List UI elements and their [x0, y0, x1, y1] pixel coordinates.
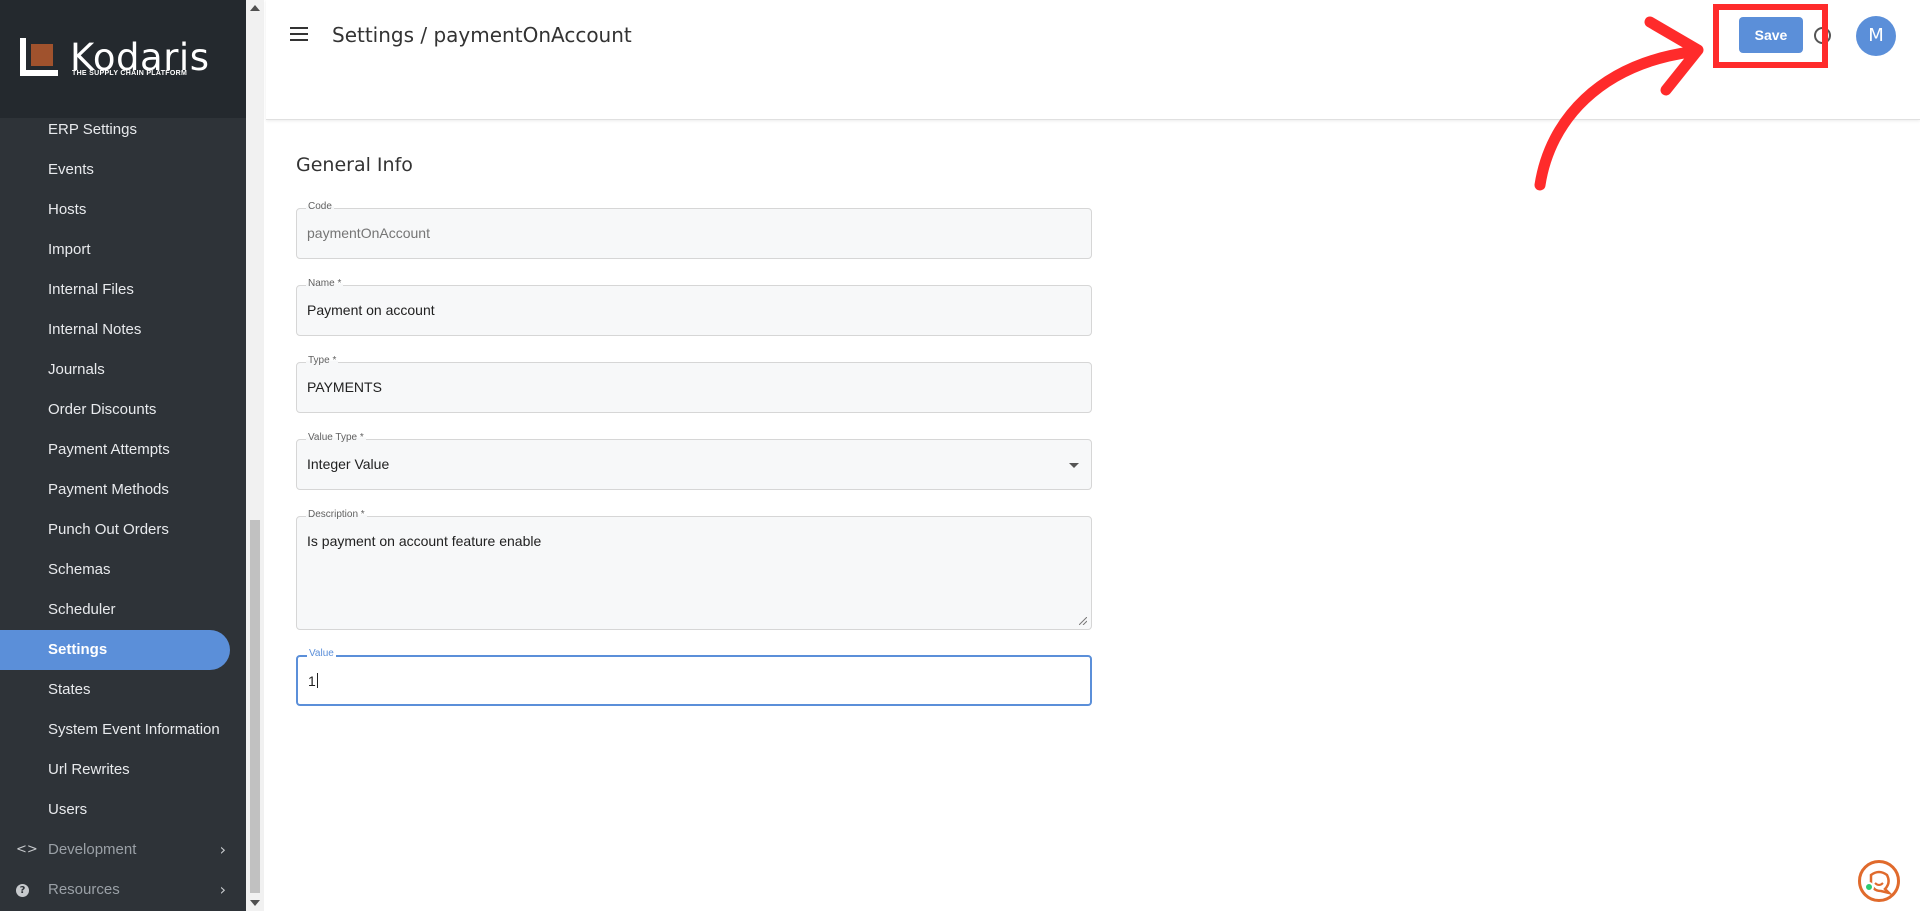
resize-grip-icon[interactable]	[1079, 617, 1087, 625]
field-label: Code	[306, 201, 334, 212]
scroll-down-arrow-icon[interactable]	[250, 900, 260, 906]
sidebar-item-internal-notes[interactable]: Internal Notes	[0, 310, 246, 350]
sidebar-item-payment-attempts[interactable]: Payment Attempts	[0, 430, 246, 470]
sidebar-scrollbar[interactable]	[246, 0, 264, 911]
text-caret	[316, 673, 318, 688]
sidebar-item-schemas[interactable]: Schemas	[0, 550, 246, 590]
online-status-dot	[1864, 882, 1874, 892]
code-icon: <>	[16, 842, 38, 857]
sidebar-item-journals[interactable]: Journals	[0, 350, 246, 390]
sidebar-item-settings[interactable]: Settings	[0, 630, 230, 670]
sidebar-item-system-event-information[interactable]: System Event Information	[0, 710, 246, 750]
section-title: General Info	[296, 154, 413, 176]
sidebar-item-import[interactable]: Import	[0, 230, 246, 270]
name-value: Payment on account	[307, 302, 435, 318]
scroll-thumb[interactable]	[250, 520, 260, 893]
sidebar-item-url-rewrites[interactable]: Url Rewrites	[0, 750, 246, 790]
sidebar-item-internal-files[interactable]: Internal Files	[0, 270, 246, 310]
sidebar-item-events[interactable]: Events	[0, 150, 246, 190]
value-type-select[interactable]: Value Type * Integer Value	[296, 432, 1092, 490]
chevron-right-icon: ›	[219, 840, 226, 859]
name-field[interactable]: Name * Payment on account	[296, 278, 1092, 336]
sidebar-item-order-discounts[interactable]: Order Discounts	[0, 390, 246, 430]
sidebar-item-hosts[interactable]: Hosts	[0, 190, 246, 230]
user-avatar[interactable]: M	[1856, 16, 1896, 56]
description-textarea[interactable]: Description * Is payment on account feat…	[296, 509, 1092, 630]
code-field[interactable]: Code paymentOnAccount	[296, 201, 1092, 259]
description-value: Is payment on account feature enable	[307, 533, 542, 549]
chat-widget-icon[interactable]	[1858, 860, 1900, 902]
field-label: Type *	[306, 355, 339, 366]
value-input[interactable]: Value 1	[296, 648, 1092, 706]
sidebar-group-development[interactable]: <> Development ›	[0, 830, 246, 870]
help-icon: ?	[16, 870, 29, 910]
sidebar-item-users[interactable]: Users	[0, 790, 246, 830]
field-label: Description *	[306, 509, 367, 520]
sidebar: Kodaris THE SUPPLY CHAIN PLATFORM ERP Se…	[0, 0, 246, 911]
sidebar-item-states[interactable]: States	[0, 670, 246, 710]
kodaris-logo-icon	[20, 38, 58, 76]
chevron-right-icon: ›	[219, 880, 226, 899]
sidebar-item-payment-methods[interactable]: Payment Methods	[0, 470, 246, 510]
sidebar-item-scheduler[interactable]: Scheduler	[0, 590, 246, 630]
field-label: Value Type *	[306, 432, 366, 443]
hamburger-menu-icon[interactable]	[290, 27, 308, 41]
field-label: Value	[307, 648, 336, 659]
page-title: Settings / paymentOnAccount	[332, 23, 632, 47]
value-input-text: 1	[308, 673, 318, 689]
sidebar-item-erp-settings[interactable]: ERP Settings	[0, 110, 246, 150]
field-label: Name *	[306, 278, 344, 289]
save-highlight-box	[1713, 4, 1828, 68]
sidebar-nav: ERP Settings Events Hosts Import Interna…	[0, 110, 246, 910]
annotation-arrow-icon	[1534, 16, 1704, 191]
sidebar-item-punch-out-orders[interactable]: Punch Out Orders	[0, 510, 246, 550]
sidebar-group-label: Resources	[48, 881, 120, 898]
scroll-up-arrow-icon[interactable]	[250, 5, 260, 11]
value-type-value: Integer Value	[307, 456, 390, 472]
type-field[interactable]: Type * PAYMENTS	[296, 355, 1092, 413]
type-value: PAYMENTS	[307, 379, 382, 395]
code-value: paymentOnAccount	[307, 225, 430, 241]
sidebar-group-label: Development	[48, 841, 137, 858]
dropdown-arrow-icon[interactable]	[1069, 463, 1079, 468]
brand-tagline: THE SUPPLY CHAIN PLATFORM	[72, 70, 188, 77]
logo-area: Kodaris THE SUPPLY CHAIN PLATFORM	[0, 0, 246, 118]
sidebar-group-resources[interactable]: ? Resources ›	[0, 870, 246, 910]
